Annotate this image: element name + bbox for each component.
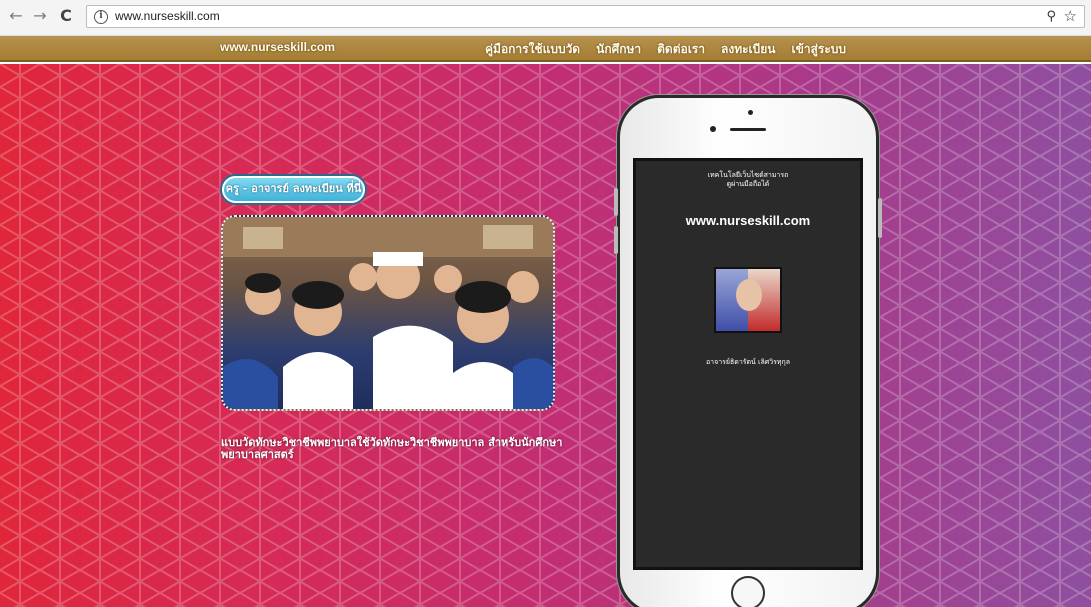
phone-screen: เทคโนโลยีเว็บไซต์สามารถ ดูผ่านมือถือได้ …: [633, 158, 863, 570]
phone-tagline-line2: ดูผ่านมือถือได้: [726, 180, 770, 188]
nav-contact[interactable]: ติดต่อเรา: [657, 40, 705, 59]
nav-manual[interactable]: คู่มือการใช้แบบวัด: [485, 40, 580, 59]
nursing-students-photo: [221, 215, 555, 411]
phone-site-url: www.nurseskill.com: [685, 213, 811, 228]
zoom-icon[interactable]: ⚲: [1046, 9, 1056, 24]
nav-login[interactable]: เข้าสู่ระบบ: [792, 40, 847, 59]
phone-tagline: เทคโนโลยีเว็บไซต์สามารถ ดูผ่านมือถือได้: [636, 171, 860, 189]
avatar-face: [736, 279, 762, 311]
phone-sensor-icon: [710, 126, 716, 132]
address-bar[interactable]: i www.nurseskill.com ⚲ ☆: [86, 5, 1085, 28]
forward-arrow-icon[interactable]: →: [30, 6, 50, 26]
phone-speaker: [730, 128, 766, 131]
browser-toolbar: ← → C i www.nurseskill.com ⚲ ☆: [0, 0, 1091, 36]
url-text[interactable]: www.nurseskill.com: [115, 9, 220, 23]
site-brand-link[interactable]: www.nurseskill.com: [220, 40, 335, 54]
hero-section: ครู - อาจารย์ ลงทะเบียน ที่นี่ แบบวัดทัก…: [0, 64, 1091, 607]
site-navbar: www.nurseskill.com คู่มือการใช้แบบวัด นั…: [0, 36, 1091, 62]
nav-students[interactable]: นักศึกษา: [596, 40, 641, 59]
phone-volume-button: [614, 226, 618, 254]
phone-camera-icon: [748, 110, 753, 115]
bookmark-star-icon[interactable]: ☆: [1064, 7, 1077, 25]
page-description: แบบวัดทักษะวิชาชีพพยาบาลใช้วัดทักษะวิชาช…: [221, 436, 563, 461]
back-arrow-icon[interactable]: ←: [6, 6, 26, 26]
author-name: อาจารย์ธิดารัตน์ เลิศวิรทุกุล: [705, 358, 791, 366]
phone-volume-button: [614, 188, 618, 216]
phone-home-button: [731, 576, 765, 607]
teacher-register-button[interactable]: ครู - อาจารย์ ลงทะเบียน ที่นี่: [222, 176, 365, 203]
phone-tagline-line1: เทคโนโลยีเว็บไซต์สามารถ: [707, 171, 789, 179]
nav-register[interactable]: ลงทะเบียน: [721, 40, 776, 59]
author-avatar: [714, 267, 782, 333]
phone-power-button: [878, 198, 882, 238]
reload-icon[interactable]: C: [56, 6, 76, 26]
main-nav: คู่มือการใช้แบบวัด นักศึกษา ติดต่อเรา ลง…: [485, 40, 846, 59]
site-info-icon[interactable]: i: [94, 10, 108, 24]
phone-mockup: เทคโนโลยีเว็บไซต์สามารถ ดูผ่านมือถือได้ …: [614, 95, 882, 607]
students-photo-illustration: [223, 217, 553, 409]
